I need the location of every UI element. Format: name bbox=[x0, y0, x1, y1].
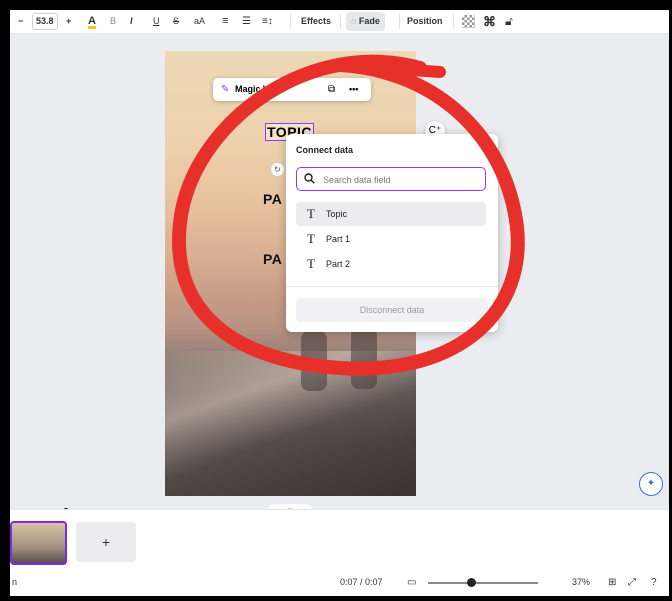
pages-strip: + bbox=[10, 509, 669, 570]
screen-icon[interactable]: ▭ bbox=[407, 569, 416, 596]
zoom-slider[interactable] bbox=[428, 582, 538, 584]
editor-window: − 53.8 + A B I U S aA ≡ ☰ ≡↕ Effects ◌ F… bbox=[10, 10, 669, 596]
zoom-slider-handle[interactable] bbox=[467, 578, 476, 587]
help-icon[interactable]: ? bbox=[651, 569, 657, 596]
playback-time: 0:07 / 0:07 bbox=[340, 577, 383, 587]
zoom-level: 37% bbox=[572, 577, 591, 587]
status-bar: n 0:07 / 0:07 ▭ 37% ⊞ ⤢ ? bbox=[10, 569, 669, 596]
magic-assistant-icon[interactable]: ✦ bbox=[639, 472, 663, 496]
page-thumbnail[interactable] bbox=[10, 521, 67, 565]
add-page-button[interactable]: + bbox=[76, 522, 136, 562]
grid-view-icon[interactable]: ⊞ bbox=[608, 569, 616, 596]
fullscreen-icon[interactable]: ⤢ bbox=[628, 569, 636, 596]
left-label: n bbox=[12, 577, 18, 587]
